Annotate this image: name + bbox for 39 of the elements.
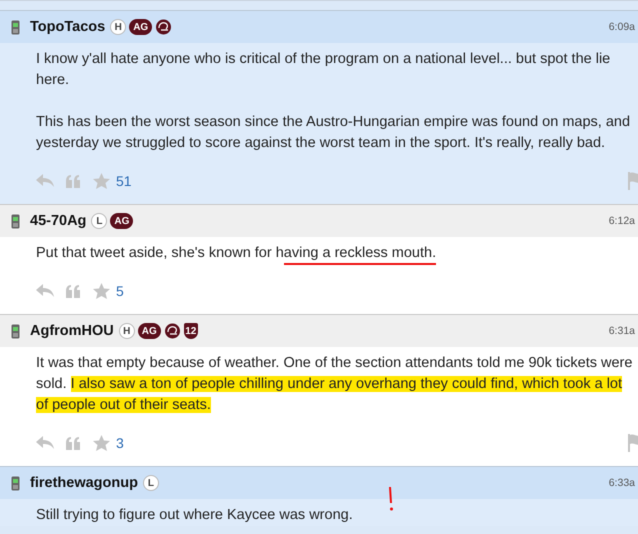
reply-icon[interactable]	[36, 436, 54, 450]
post-time: 6:31a	[608, 325, 635, 337]
post-text: I know y'all hate anyone who is critical of the program on a national level... but spot the lie here.	[36, 50, 612, 90]
quote-icon[interactable]	[66, 284, 81, 298]
shield-badge: 12	[184, 323, 198, 339]
mobile-phone-icon	[11, 324, 20, 338]
post-text: It was that empty because of weather. One of the section attendants told me 90k tickets were sold. I also saw a ton of people chilling under any overhang they could find, which took a lot of people out of their seats.	[36, 354, 634, 415]
star-count[interactable]: 51	[116, 173, 132, 189]
author-name[interactable]: AgfromHOU	[30, 323, 114, 339]
user-badge: L	[142, 475, 159, 491]
post-text: Still trying to figure out where Kaycee was wrong.	[36, 506, 354, 525]
reply-icon[interactable]	[36, 174, 54, 188]
star-icon[interactable]	[93, 435, 110, 451]
author-name[interactable]: TopoTacos	[30, 19, 106, 35]
user-badge: AG	[129, 19, 152, 35]
mobile-phone-icon	[11, 476, 20, 490]
user-badge: L	[91, 213, 108, 229]
helmet-icon	[164, 323, 181, 339]
user-badge: H	[110, 19, 126, 35]
mobile-phone-icon	[11, 20, 20, 34]
post-time: 6:09a	[608, 21, 635, 33]
quote-icon[interactable]	[66, 436, 81, 450]
post-text: Put that tweet aside, she's known for having a reckless mouth.	[36, 243, 638, 264]
post-time: 6:12a	[608, 215, 635, 227]
author-name[interactable]: firethewagonup	[30, 475, 138, 491]
reply-icon[interactable]	[36, 284, 54, 298]
user-badge: AG	[110, 213, 134, 229]
user-badge: AG	[138, 323, 161, 339]
star-count[interactable]: 5	[116, 283, 124, 299]
user-badge: H	[118, 323, 135, 339]
post-text: This has been the worst season since the Austro-Hungarian empire was found on maps, and yesterday we struggled to score against the worst team in the sport. It's really, really bad.	[36, 113, 632, 153]
post-time: 6:33a	[608, 477, 635, 489]
star-count[interactable]: 3	[116, 435, 124, 451]
mobile-phone-icon	[11, 214, 20, 228]
quote-icon[interactable]	[66, 174, 81, 188]
star-icon[interactable]	[93, 173, 110, 189]
star-icon[interactable]	[93, 283, 110, 299]
helmet-icon	[155, 19, 172, 35]
author-name[interactable]: 45-70Ag	[30, 213, 86, 229]
